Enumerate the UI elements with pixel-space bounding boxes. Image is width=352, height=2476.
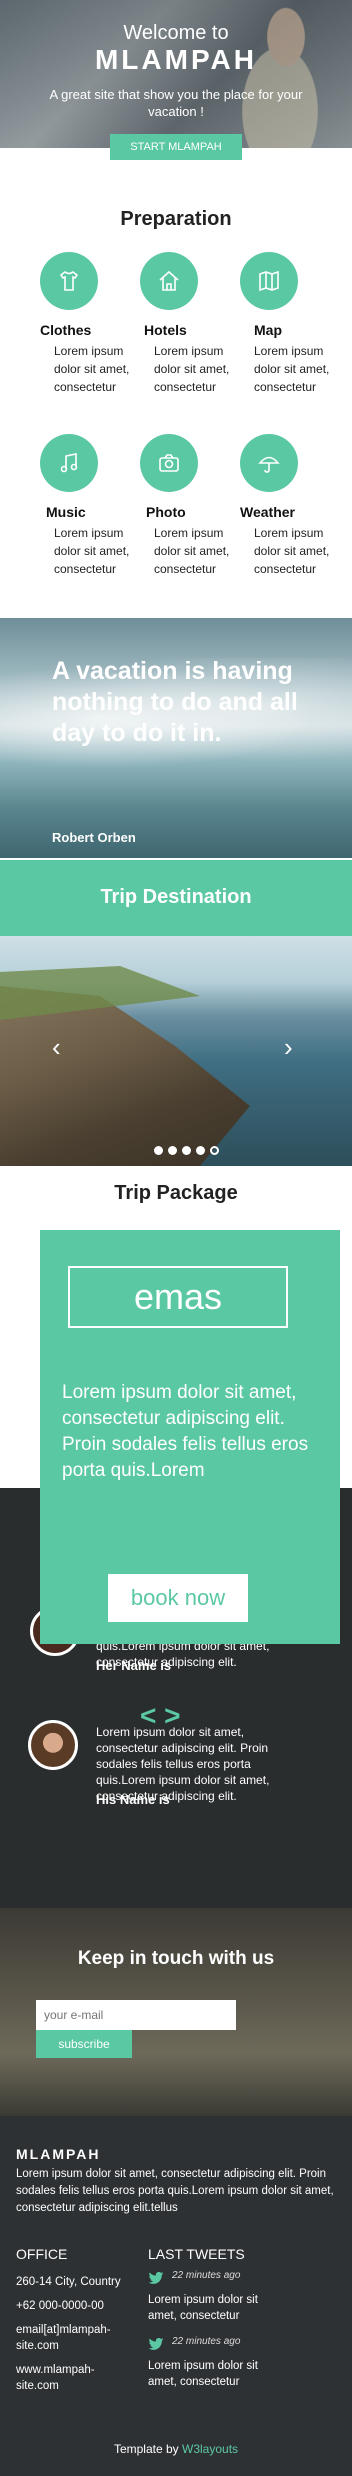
tweets-title: LAST TWEETS: [148, 2246, 245, 2262]
tweet-text: Lorem ipsum dolor sit amet, consectetur: [148, 2360, 258, 2388]
tweet-time: 22 minutes ago: [172, 2336, 241, 2347]
prep-label-weather: Weather: [240, 504, 295, 520]
quote-text: A vacation is having nothing to do and a…: [52, 657, 298, 747]
package-card: emas Lorem ipsum dolor sit amet, consect…: [40, 1230, 340, 1644]
home-icon: [140, 252, 198, 310]
avatar: [28, 1720, 78, 1770]
preparation-title: Preparation: [120, 208, 232, 230]
slider-dot[interactable]: [168, 1146, 177, 1155]
prep-text-hotels: Lorem ipsum dolor sit amet, consectetur: [154, 344, 230, 394]
tweet-text: Lorem ipsum dolor sit amet, consectetur: [148, 2294, 258, 2322]
hero-brand: MLAMPAH: [94, 44, 257, 75]
quote-author: Robert Orben: [52, 830, 136, 845]
prep-text-weather: Lorem ipsum dolor sit amet, consectetur: [254, 526, 330, 576]
office-address: 260-14 City, Country: [16, 2276, 121, 2288]
slider-dot-active[interactable]: [210, 1146, 219, 1155]
prep-text-clothes: Lorem ipsum dolor sit amet, consectetur: [54, 344, 130, 394]
prep-label-hotels: Hotels: [144, 322, 187, 338]
prep-text-map: Lorem ipsum dolor sit amet, consectetur: [254, 344, 330, 394]
footer: MLAMPAH Lorem ipsum dolor sit amet, cons…: [0, 2116, 352, 2476]
office-website[interactable]: www.mlampah-site.com: [16, 2362, 136, 2394]
footer-credit: Template by W3layouts: [0, 2442, 352, 2456]
twitter-icon: [148, 2338, 164, 2350]
tshirt-icon: [40, 252, 98, 310]
newsletter-section: Keep in touch with us subscribe: [0, 1908, 352, 2116]
prep-label-photo: Photo: [146, 504, 186, 520]
prep-label-music: Music: [46, 504, 86, 520]
email-input[interactable]: [36, 2000, 236, 2030]
subscribe-button[interactable]: subscribe: [36, 2030, 132, 2058]
testimonial-name: Her Name is: [96, 1658, 172, 1673]
hero-welcome: Welcome to: [123, 22, 229, 44]
slider-prev-arrow[interactable]: ‹: [52, 1034, 61, 1060]
twitter-icon: [148, 2272, 164, 2284]
prep-label-map: Map: [254, 322, 282, 338]
book-now-button[interactable]: book now: [108, 1574, 248, 1622]
tweet-time: 22 minutes ago: [172, 2270, 241, 2281]
package-name: emas: [68, 1266, 288, 1328]
hero-tagline: A great site that show you the place for…: [49, 87, 303, 119]
hero-banner: Welcome to MLAMPAH A great site that sho…: [0, 0, 352, 148]
quote-banner: A vacation is having nothing to do and a…: [0, 618, 352, 858]
camera-icon: [140, 434, 198, 492]
office-phone: +62 000-0000-00: [16, 2300, 104, 2312]
footer-brand: MLAMPAH: [16, 2146, 101, 2162]
credit-link[interactable]: W3layouts: [182, 2442, 238, 2456]
umbrella-icon: [240, 434, 298, 492]
slider-dot[interactable]: [154, 1146, 163, 1155]
destination-slider: ‹ ›: [0, 936, 352, 1166]
prep-text-photo: Lorem ipsum dolor sit amet, consectetur: [154, 526, 230, 576]
newsletter-title: Keep in touch with us: [77, 1948, 275, 1969]
credit-prefix: Template by: [113, 2442, 182, 2456]
music-icon: [40, 434, 98, 492]
destination-title: Trip Destination: [100, 886, 252, 908]
package-description: Lorem ipsum dolor sit amet, consectetur …: [62, 1382, 309, 1481]
prep-label-clothes: Clothes: [40, 322, 92, 338]
slider-next-arrow[interactable]: ›: [284, 1034, 293, 1060]
footer-about: Lorem ipsum dolor sit amet, consectetur …: [16, 2168, 334, 2214]
prep-text-music: Lorem ipsum dolor sit amet, consectetur: [54, 526, 130, 576]
office-title: OFFICE: [16, 2246, 68, 2262]
package-title: Trip Package: [114, 1182, 238, 1204]
office-email[interactable]: email[at]mlampah-site.com: [16, 2322, 136, 2354]
slider-dot[interactable]: [182, 1146, 191, 1155]
map-icon: [240, 252, 298, 310]
slider-dot[interactable]: [196, 1146, 205, 1155]
destination-band: Trip Destination: [0, 860, 352, 936]
start-button[interactable]: START MLAMPAH: [110, 134, 242, 160]
testimonial-name: His Name is: [96, 1792, 170, 1807]
